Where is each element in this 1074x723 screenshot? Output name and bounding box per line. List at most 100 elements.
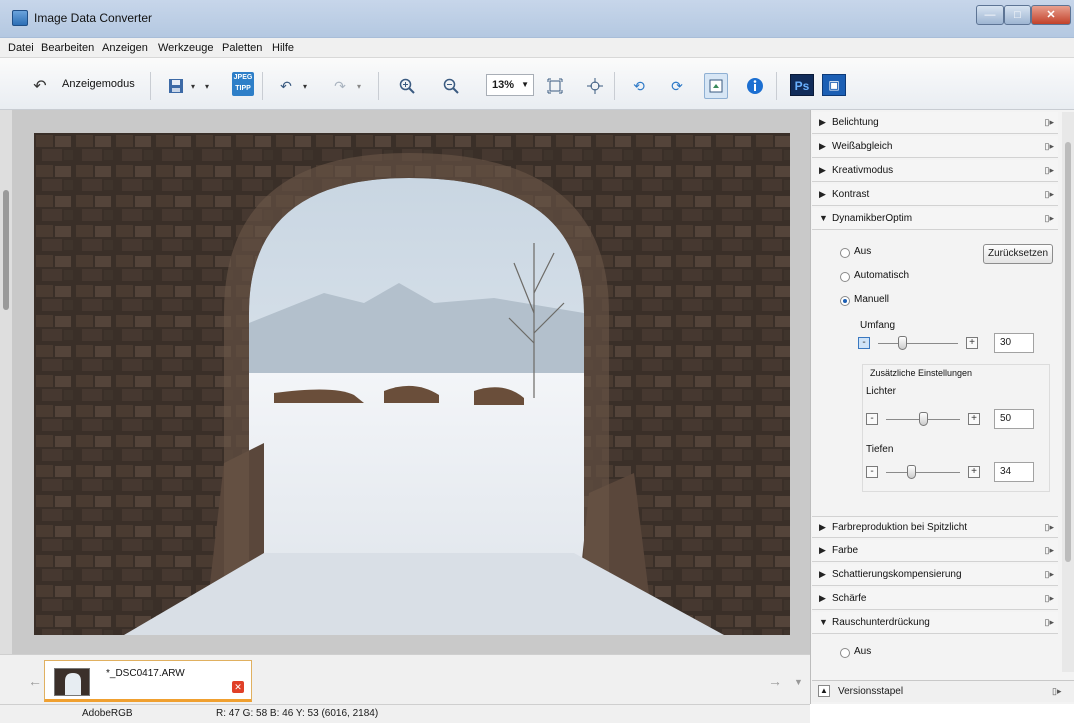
scrollbar-thumb[interactable] (1065, 142, 1071, 562)
jpeg-tipp-icon[interactable]: JPEG TIPP (232, 72, 254, 96)
menu-bearbeiten[interactable]: Bearbeiten (41, 42, 94, 54)
tiefen-slider-track[interactable] (886, 472, 960, 473)
version-stack-bar[interactable]: ▲ Versionsstapel ▯▸ (812, 680, 1074, 702)
menu-paletten[interactable]: Paletten (222, 42, 262, 54)
rotate-left-icon[interactable]: ⟲ (628, 75, 650, 97)
preview-image (34, 133, 790, 635)
compare-view-icon[interactable] (704, 73, 728, 99)
pixel-readout: R: 47 G: 58 B: 46 Y: 53 (6016, 2184) (216, 708, 379, 719)
radio-automatisch[interactable] (840, 272, 850, 282)
umfang-plus-button[interactable]: + (966, 337, 978, 349)
viewer-scrollbar[interactable] (0, 110, 12, 654)
expand-arrow-icon: ▶ (819, 117, 826, 127)
radio-noise-aus[interactable] (840, 648, 850, 658)
target-icon[interactable] (584, 75, 606, 97)
lichter-slider-knob[interactable] (919, 412, 928, 426)
section-belichtung[interactable]: ▶ Belichtung ▯▸ (812, 112, 1058, 134)
toolbar-separator (776, 72, 777, 100)
image-data-lightbox-icon[interactable]: ▣ (822, 74, 846, 96)
expand-arrow-icon: ▶ (819, 545, 826, 555)
umfang-slider-track[interactable] (878, 343, 958, 344)
section-schaerfe[interactable]: ▶ Schärfe ▯▸ (812, 588, 1058, 610)
section-weissabgleich[interactable]: ▶ Weißabgleich ▯▸ (812, 136, 1058, 158)
radio-aus[interactable] (840, 248, 850, 258)
pin-icon[interactable]: ▯▸ (1052, 686, 1061, 697)
close-button[interactable]: ✕ (1031, 5, 1071, 25)
close-icon[interactable]: ✕ (232, 681, 244, 693)
fit-to-window-icon[interactable] (544, 75, 566, 97)
radio-aus-label: Aus (854, 246, 872, 257)
lichter-value[interactable]: 50 (994, 409, 1034, 429)
rotate-right-icon[interactable]: ⟳ (666, 75, 688, 97)
redo-dropdown-icon[interactable]: ▾ (354, 75, 364, 97)
collapse-arrow-icon: ▼ (819, 213, 828, 223)
section-farbreproduktion[interactable]: ▶ Farbreproduktion bei Spitzlicht ▯▸ (812, 516, 1058, 538)
reset-button[interactable]: Zurücksetzen (983, 244, 1053, 264)
toolbar-separator (150, 72, 151, 100)
tiefen-slider-knob[interactable] (907, 465, 916, 479)
menu-datei[interactable]: Datei (8, 42, 34, 54)
zoom-level-select[interactable]: 13% ▼ (486, 74, 534, 96)
pin-icon[interactable]: ▯▸ (1045, 141, 1054, 152)
section-schattierungskompensierung[interactable]: ▶ Schattierungskompensierung ▯▸ (812, 564, 1058, 586)
chevron-down-icon[interactable]: ▾ (202, 75, 212, 97)
lichter-plus-button[interactable]: + (968, 413, 980, 425)
back-arrow-icon[interactable]: ↶ (30, 75, 50, 97)
radio-manuell-label: Manuell (854, 294, 890, 305)
pin-icon[interactable]: ▯▸ (1045, 569, 1054, 580)
expand-arrow-icon: ▶ (819, 165, 826, 175)
view-mode-label[interactable]: Anzeigemodus (62, 78, 135, 90)
expand-arrow-icon: ▶ (819, 141, 826, 151)
section-dynamikberoptim[interactable]: ▼ DynamikberOptim ▯▸ (812, 208, 1058, 230)
pin-icon[interactable]: ▯▸ (1045, 165, 1054, 176)
radio-automatisch-label: Automatisch (854, 270, 910, 281)
tiefen-label: Tiefen (866, 444, 894, 455)
pin-icon[interactable]: ▯▸ (1045, 593, 1054, 604)
section-rauschunterdrueckung[interactable]: ▼ Rauschunterdrückung ▯▸ (812, 612, 1058, 634)
maximize-button[interactable]: □ (1004, 5, 1031, 25)
photoshop-icon[interactable]: Ps (790, 74, 814, 96)
expand-arrow-icon: ▶ (819, 189, 826, 199)
save-dropdown-icon[interactable]: ▾ (188, 75, 198, 97)
section-farbe[interactable]: ▶ Farbe ▯▸ (812, 540, 1058, 562)
pin-icon[interactable]: ▯▸ (1045, 522, 1054, 533)
info-icon[interactable] (744, 75, 766, 97)
pin-icon[interactable]: ▯▸ (1045, 189, 1054, 200)
redo-icon[interactable]: ↷ (330, 75, 350, 97)
lichter-minus-button[interactable]: - (866, 413, 878, 425)
expand-arrow-icon: ▶ (819, 593, 826, 603)
pin-icon[interactable]: ▯▸ (1045, 545, 1054, 556)
zoom-out-icon[interactable] (440, 75, 462, 97)
minimize-button[interactable]: — (976, 5, 1004, 25)
umfang-minus-button[interactable]: - (858, 337, 870, 349)
umfang-value[interactable]: 30 (994, 333, 1034, 353)
version-stack-label: Versionsstapel (838, 686, 904, 697)
section-kontrast[interactable]: ▶ Kontrast ▯▸ (812, 184, 1058, 206)
tiefen-minus-button[interactable]: - (866, 466, 878, 478)
undo-dropdown-icon[interactable]: ▾ (300, 75, 310, 97)
expand-arrow-icon: ▶ (819, 522, 826, 532)
menu-anzeigen[interactable]: Anzeigen (102, 42, 148, 54)
scrollbar-thumb[interactable] (3, 190, 9, 310)
section-kreativmodus[interactable]: ▶ Kreativmodus ▯▸ (812, 160, 1058, 182)
save-icon[interactable] (166, 75, 186, 97)
radio-manuell[interactable] (840, 296, 850, 306)
thumbnail-filename: *_DSC0417.ARW (106, 668, 185, 679)
pin-icon[interactable]: ▯▸ (1045, 117, 1054, 128)
umfang-label: Umfang (860, 320, 896, 331)
chevron-down-icon[interactable]: ▼ (794, 677, 803, 687)
tiefen-plus-button[interactable]: + (968, 466, 980, 478)
panel-scrollbar[interactable] (1062, 112, 1074, 672)
menu-werkzeuge[interactable]: Werkzeuge (158, 42, 213, 54)
prev-arrow-icon[interactable]: ← (28, 673, 42, 689)
chevron-up-icon[interactable]: ▲ (818, 685, 830, 697)
undo-icon[interactable]: ↶ (276, 75, 296, 97)
thumbnail[interactable] (54, 668, 90, 696)
zoom-in-icon[interactable] (396, 75, 418, 97)
pin-icon[interactable]: ▯▸ (1045, 617, 1054, 628)
pin-icon[interactable]: ▯▸ (1045, 213, 1054, 224)
next-arrow-icon[interactable]: → (768, 673, 782, 689)
tiefen-value[interactable]: 34 (994, 462, 1034, 482)
menu-hilfe[interactable]: Hilfe (272, 42, 294, 54)
umfang-slider-knob[interactable] (898, 336, 907, 350)
